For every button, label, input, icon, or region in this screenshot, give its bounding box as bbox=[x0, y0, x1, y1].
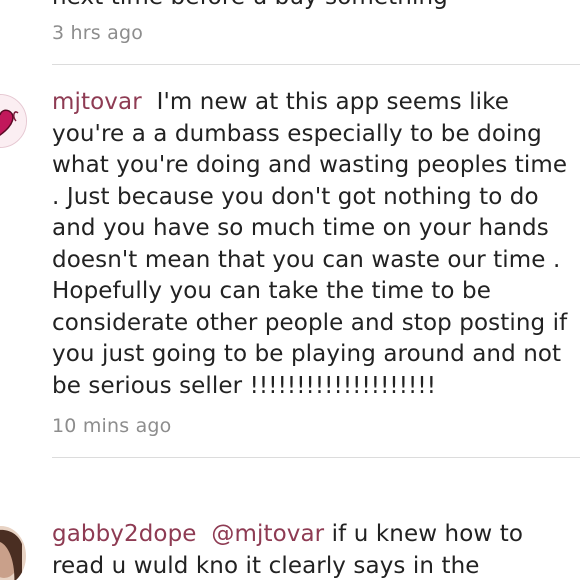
comment-text: next time before u buy something bbox=[52, 0, 580, 14]
user-photo-icon bbox=[0, 526, 26, 580]
comment-username[interactable]: gabby2dope bbox=[52, 521, 197, 547]
comment-timestamp: 10 mins ago bbox=[52, 415, 172, 437]
comment-body: I'm new at this app seems like you're a … bbox=[52, 89, 568, 399]
comment-username[interactable]: mjtovar bbox=[52, 89, 142, 115]
comments-feed: next time before u buy something 3 hrs a… bbox=[0, 0, 580, 580]
comment-item: mjtovar I'm new at this app seems like y… bbox=[0, 64, 580, 458]
avatar[interactable] bbox=[0, 94, 27, 148]
comment-text: mjtovar I'm new at this app seems like y… bbox=[52, 87, 580, 402]
avatar[interactable] bbox=[0, 526, 26, 580]
comment-mention[interactable]: @mjtovar bbox=[211, 521, 324, 547]
comment-text: gabby2dope @mjtovar if u knew how to rea… bbox=[52, 519, 580, 580]
heart-emblem-icon bbox=[0, 95, 26, 147]
comment-item: gabby2dope @mjtovar if u knew how to rea… bbox=[0, 458, 580, 580]
comment-timestamp: 3 hrs ago bbox=[52, 22, 144, 44]
comment-item: next time before u buy something 3 hrs a… bbox=[0, 0, 580, 65]
